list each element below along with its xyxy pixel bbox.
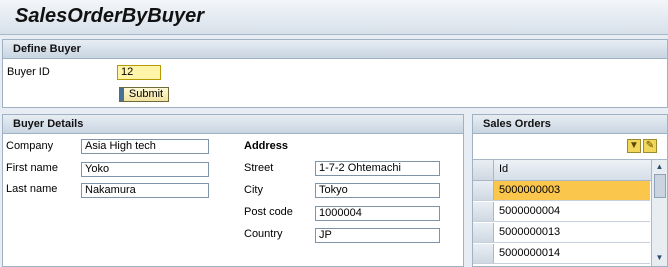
order-id-cell: 5000000003 [499,184,561,196]
buyer-details-panel: Buyer Details Company Asia High tech Fir… [2,114,464,267]
submit-button[interactable]: Submit [119,87,169,102]
table-row[interactable]: 5000000014 [473,244,650,264]
address-title: Address [244,140,289,152]
buyer-details-header: Buyer Details [3,115,463,134]
last-name-label: Last name [6,183,58,195]
first-name-label: First name [6,162,58,174]
scroll-up-icon[interactable]: ▲ [653,161,666,173]
country-label: Country [244,228,283,240]
sales-orders-panel: Sales Orders ▼ ✎ Id 5000000003 500000000… [472,114,668,267]
company-field[interactable]: Asia High tech [81,139,209,154]
city-field[interactable]: Tokyo [315,183,440,198]
table-header: Id [473,160,667,181]
row-selector[interactable] [473,202,494,221]
post-code-field[interactable]: 1000004 [315,206,440,221]
table-row[interactable]: 5000000013 [473,223,650,243]
order-id-cell: 5000000013 [499,226,561,238]
define-buyer-header: Define Buyer [3,40,667,59]
first-name-field[interactable]: Yoko [81,162,209,177]
table-row[interactable]: 5000000003 [473,181,650,201]
button-handle [120,88,124,101]
street-label: Street [244,162,274,174]
column-header-id[interactable]: Id [499,163,508,175]
buyer-id-label: Buyer ID [7,66,50,78]
row-selector[interactable] [473,244,494,263]
row-selector[interactable] [473,223,494,242]
table-row[interactable]: 5000000004 [473,202,650,222]
street-field[interactable]: 1-7-2 Ohtemachi [315,161,440,176]
settings-icon[interactable]: ✎ [643,139,657,153]
order-id-cell: 5000000014 [499,247,561,259]
app-title: SalesOrderByBuyer [15,5,204,27]
vertical-scrollbar[interactable]: ▲ ▼ [651,160,667,266]
filter-icon[interactable]: ▼ [627,139,641,153]
sales-orders-header: Sales Orders [473,115,667,134]
buyer-id-input[interactable]: 12 [117,65,161,80]
last-name-field[interactable]: Nakamura [81,183,209,198]
title-bar: SalesOrderByBuyer [0,0,668,35]
post-code-label: Post code [244,206,293,218]
scroll-thumb[interactable] [654,174,666,198]
row-selector[interactable] [473,181,494,200]
select-all-cell[interactable] [473,160,494,180]
submit-button-label: Submit [128,88,164,100]
city-label: City [244,184,263,196]
order-id-cell: 5000000004 [499,205,561,217]
define-buyer-panel: Define Buyer Buyer ID 12 Submit [2,39,668,108]
scroll-down-icon[interactable]: ▼ [653,252,666,264]
country-field[interactable]: JP [315,228,440,243]
sales-orders-table: Id 5000000003 5000000004 5000000013 5000… [473,159,667,267]
company-label: Company [6,140,54,152]
